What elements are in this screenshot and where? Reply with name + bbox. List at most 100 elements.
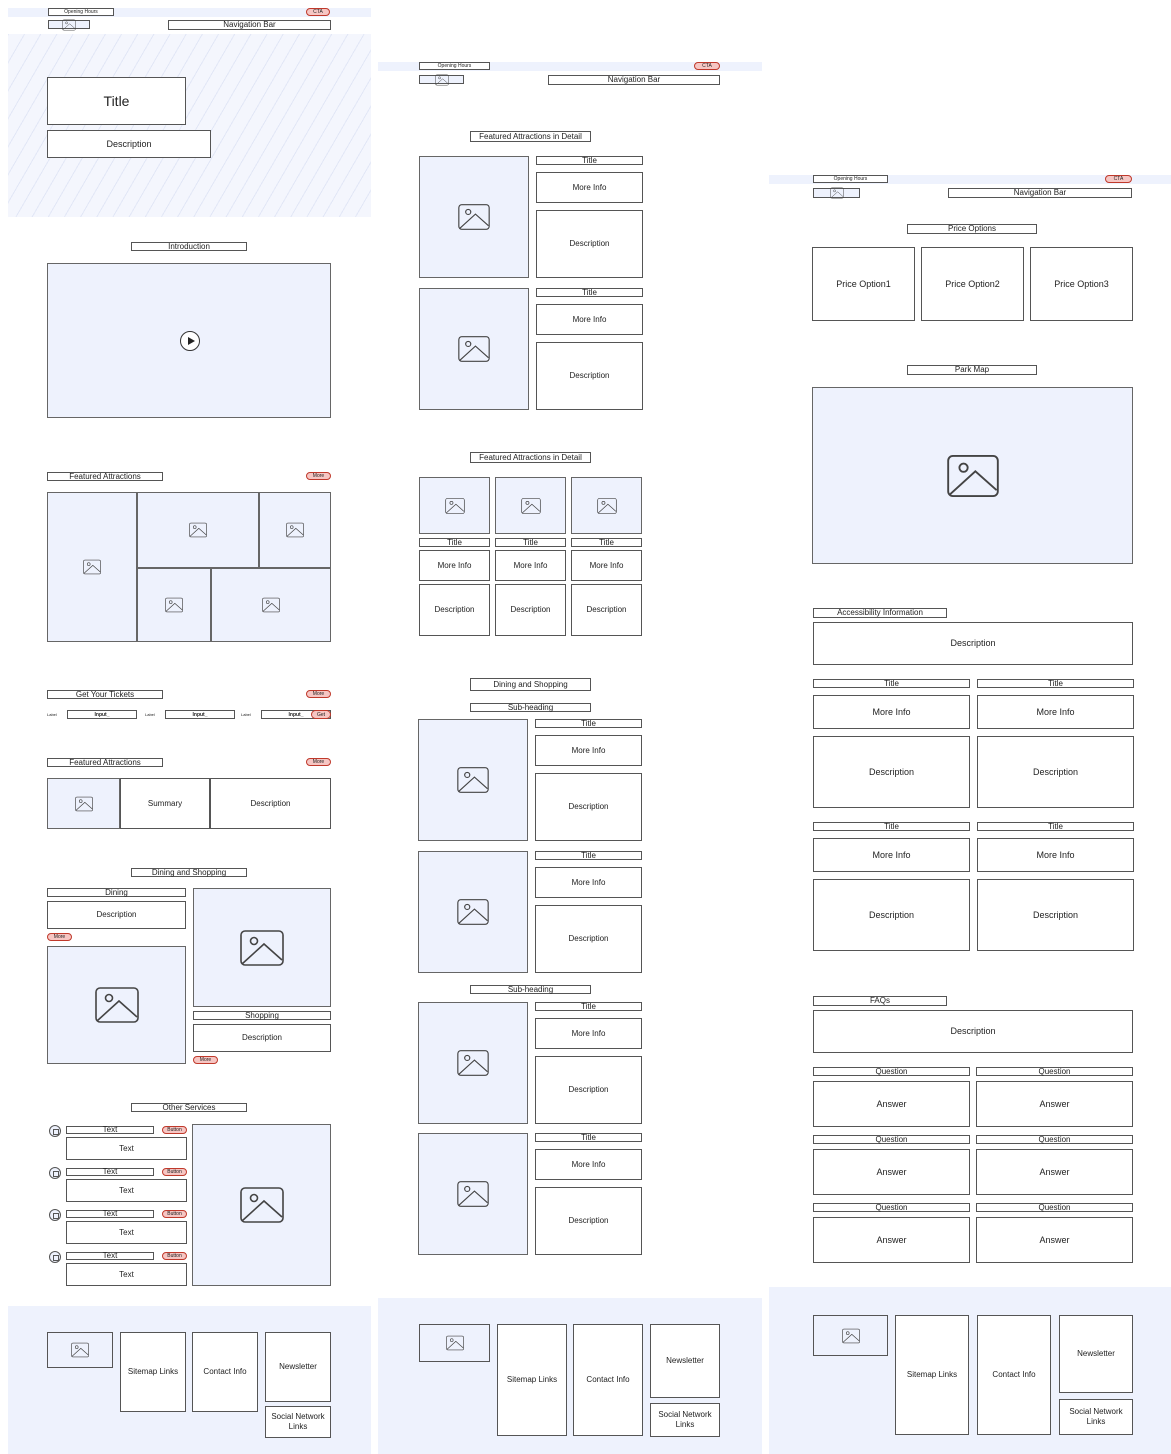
social-network-links[interactable]: Social Network Links (265, 1406, 331, 1438)
faq-question[interactable]: Question (813, 1135, 970, 1144)
faq-question[interactable]: Question (813, 1203, 970, 1212)
more-info-button[interactable]: More Info (536, 304, 643, 335)
service-icon (49, 1209, 61, 1221)
image-icon (286, 522, 304, 538)
service-button[interactable]: Button (162, 1210, 187, 1218)
ticket-input-2[interactable]: Input_ (165, 710, 235, 719)
dining-shopping-heading: Dining and Shopping (470, 678, 591, 691)
image-icon (457, 899, 489, 925)
price-option-3[interactable]: Price Option3 (1030, 247, 1133, 321)
image-placeholder (259, 492, 331, 568)
field-label: Label (241, 712, 251, 717)
more-button[interactable]: More (306, 690, 331, 698)
attraction-description: Description (571, 584, 642, 636)
opening-hours: Opening Hours (813, 175, 888, 183)
description: Description (210, 778, 331, 829)
faq-question[interactable]: Question (976, 1135, 1133, 1144)
opening-hours: Opening Hours (419, 62, 490, 70)
image-icon (239, 1187, 284, 1223)
introduction-heading: Introduction (131, 242, 247, 251)
cta-button[interactable]: CTA (306, 8, 330, 16)
more-info-button[interactable]: More Info (977, 838, 1134, 872)
dining-shopping-heading: Dining and Shopping (131, 868, 247, 877)
more-info-button[interactable]: More Info (571, 550, 642, 581)
logo[interactable] (47, 1332, 113, 1368)
attraction-title: Title (536, 288, 643, 297)
social-network-links[interactable]: Social Network Links (1059, 1399, 1133, 1435)
logo[interactable] (48, 19, 90, 30)
navigation-bar[interactable]: Navigation Bar (548, 75, 720, 85)
image-icon (71, 1342, 89, 1358)
faq-answer: Answer (813, 1081, 970, 1127)
get-button[interactable]: Get (311, 710, 331, 719)
faq-question[interactable]: Question (976, 1203, 1133, 1212)
price-option-2[interactable]: Price Option2 (921, 247, 1024, 321)
faq-question[interactable]: Question (976, 1067, 1133, 1076)
social-network-links[interactable]: Social Network Links (650, 1403, 720, 1437)
hero-description: Description (47, 130, 211, 158)
tickets-heading: Get Your Tickets (47, 690, 163, 699)
accessibility-item-description: Description (813, 736, 970, 808)
ticket-input-1[interactable]: Input_ (67, 710, 137, 719)
intro-video[interactable] (47, 263, 331, 418)
image-icon (262, 597, 280, 613)
logo[interactable] (813, 1315, 888, 1356)
service-text: Text (66, 1179, 187, 1202)
field-label: Label (47, 712, 57, 717)
service-title: Text (66, 1210, 154, 1218)
faq-question[interactable]: Question (813, 1067, 970, 1076)
more-button[interactable]: More (47, 933, 72, 941)
more-info-button[interactable]: More Info (535, 867, 642, 898)
featured-attractions-heading: Featured Attractions (47, 472, 163, 481)
navigation-bar[interactable]: Navigation Bar (948, 188, 1132, 198)
more-info-button[interactable]: More Info (536, 172, 643, 203)
sitemap-links[interactable]: Sitemap Links (497, 1324, 567, 1436)
more-info-button[interactable]: More Info (813, 838, 970, 872)
park-map (812, 387, 1133, 564)
image-placeholder (419, 477, 490, 534)
field-label: Label (145, 712, 155, 717)
play-icon[interactable] (180, 331, 200, 351)
attraction-description: Description (535, 1056, 642, 1124)
more-button[interactable]: More (193, 1056, 218, 1064)
newsletter[interactable]: Newsletter (265, 1332, 331, 1402)
faq-answer: Answer (976, 1149, 1133, 1195)
more-info-button[interactable]: More Info (495, 550, 566, 581)
attraction-title: Title (535, 851, 642, 860)
attraction-description: Description (495, 584, 566, 636)
sitemap-links[interactable]: Sitemap Links (895, 1315, 969, 1435)
more-info-button[interactable]: More Info (535, 1018, 642, 1049)
cta-button[interactable]: CTA (694, 62, 720, 70)
image-icon (458, 204, 490, 230)
featured-detail-heading: Featured Attractions in Detail (470, 131, 591, 142)
service-button[interactable]: Button (162, 1252, 187, 1260)
service-button[interactable]: Button (162, 1126, 187, 1134)
more-info-button[interactable]: More Info (813, 695, 970, 729)
logo[interactable] (419, 74, 464, 85)
more-info-button[interactable]: More Info (977, 695, 1134, 729)
attraction-image (418, 1002, 528, 1124)
image-placeholder (192, 1124, 331, 1286)
navigation-bar[interactable]: Navigation Bar (168, 20, 331, 30)
newsletter[interactable]: Newsletter (1059, 1315, 1133, 1393)
accessibility-description: Description (813, 622, 1133, 665)
newsletter[interactable]: Newsletter (650, 1324, 720, 1398)
image-icon (520, 497, 541, 514)
logo[interactable] (813, 187, 860, 199)
sitemap-links[interactable]: Sitemap Links (120, 1332, 186, 1412)
cta-button[interactable]: CTA (1105, 175, 1132, 183)
more-info-button[interactable]: More Info (535, 1149, 642, 1180)
image-icon (434, 74, 449, 85)
accessibility-title: Title (813, 679, 970, 688)
image-placeholder (571, 477, 642, 534)
more-info-button[interactable]: More Info (535, 735, 642, 766)
opening-hours: Opening Hours (48, 8, 114, 16)
price-option-1[interactable]: Price Option1 (812, 247, 915, 321)
more-button[interactable]: More (306, 758, 331, 766)
logo[interactable] (419, 1324, 490, 1362)
more-info-button[interactable]: More Info (419, 550, 490, 581)
attraction-description: Description (535, 773, 642, 841)
image-icon (445, 1335, 464, 1351)
service-button[interactable]: Button (162, 1168, 187, 1176)
more-button[interactable]: More (306, 472, 331, 480)
